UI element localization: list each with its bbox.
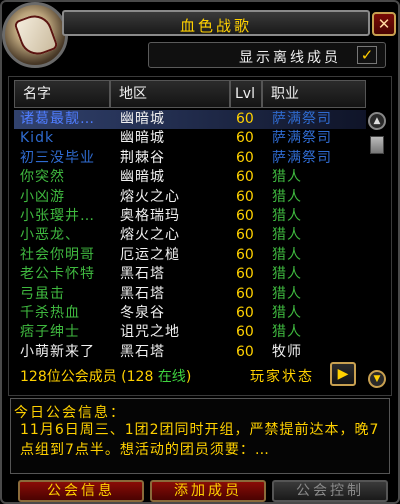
roster-row[interactable]: 初三没毕业 荆棘谷 60 萨满祭司 bbox=[14, 149, 366, 168]
roster-row[interactable]: 小萌新来了 黑石塔 60 牧师 bbox=[14, 343, 366, 362]
member-zone: 黑石塔 bbox=[120, 266, 165, 283]
scroll-up-button[interactable]: ▲ bbox=[368, 112, 386, 130]
add-member-button[interactable]: 添加成员 bbox=[150, 480, 266, 502]
member-class: 猎人 bbox=[272, 324, 302, 341]
member-class: 猎人 bbox=[272, 207, 302, 224]
scroll-down-button[interactable]: ▼ bbox=[368, 370, 386, 388]
guild-info-button[interactable]: 公会信息 bbox=[18, 480, 144, 502]
member-name: 千杀热血 bbox=[20, 304, 80, 321]
member-level: 60 bbox=[236, 227, 254, 244]
member-level: 60 bbox=[236, 111, 254, 127]
member-count-text: 128位公会成员 (128 bbox=[20, 369, 158, 385]
member-name: 你突然 bbox=[20, 169, 65, 186]
player-status-toggle-button[interactable]: ▶ bbox=[330, 362, 356, 386]
member-count: 128位公会成员 (128 在线) bbox=[20, 366, 191, 386]
member-zone: 幽暗城 bbox=[120, 169, 165, 186]
guild-control-button[interactable]: 公会控制 bbox=[272, 480, 388, 502]
online-label: 在线 bbox=[157, 369, 186, 385]
column-header-name[interactable]: 名字 bbox=[14, 80, 110, 108]
player-status-label: 玩家状态 bbox=[250, 369, 314, 385]
roster-row[interactable]: 小张璎井… 奥格瑞玛 60 猎人 bbox=[14, 207, 366, 226]
column-header-level[interactable]: Lvl bbox=[230, 80, 262, 108]
member-name: 弓虽击 bbox=[20, 285, 65, 302]
member-level: 60 bbox=[236, 130, 254, 147]
guild-emblem-icon bbox=[2, 2, 68, 68]
roster-row[interactable]: 小凶游 熔火之心 60 猎人 bbox=[14, 188, 366, 207]
member-name: 小萌新来了 bbox=[20, 343, 95, 360]
member-name: 初三没毕业 bbox=[20, 149, 95, 166]
member-class: 萨满祭司 bbox=[272, 130, 332, 147]
member-zone: 奥格瑞玛 bbox=[120, 207, 180, 224]
member-level: 60 bbox=[236, 169, 254, 186]
member-zone: 黑石塔 bbox=[120, 285, 165, 302]
member-zone: 幽暗城 bbox=[120, 111, 165, 127]
roster-row[interactable]: 千杀热血 冬泉谷 60 猎人 bbox=[14, 304, 366, 323]
roster-row[interactable]: 社会你明哥 厄运之槌 60 猎人 bbox=[14, 246, 366, 265]
column-header-zone[interactable]: 地区 bbox=[110, 80, 230, 108]
member-class: 猎人 bbox=[272, 246, 302, 263]
member-name: Kidk bbox=[20, 130, 55, 147]
member-class: 猎人 bbox=[272, 227, 302, 244]
member-class: 牧师 bbox=[272, 343, 302, 360]
window-title: 血色战歌 bbox=[179, 17, 252, 35]
member-name: 小张璎井… bbox=[20, 207, 95, 224]
member-level: 60 bbox=[236, 285, 254, 302]
roster-row[interactable]: 痞子绅士 诅咒之地 60 猎人 bbox=[14, 323, 366, 342]
member-name: 老公卡怀特 bbox=[20, 266, 95, 283]
member-level: 60 bbox=[236, 304, 254, 321]
member-level: 60 bbox=[236, 343, 254, 360]
motd-text: 11月6日周三、1团2团同时开组，严禁提前达本，晚7点组到7点半。想活动的团员须… bbox=[20, 422, 380, 458]
member-class: 萨满祭司 bbox=[272, 111, 332, 127]
close-button[interactable]: ✕ bbox=[372, 12, 396, 36]
show-offline-checkbox[interactable]: ✓ bbox=[357, 46, 377, 64]
member-name: 社会你明哥 bbox=[20, 246, 95, 263]
member-zone: 冬泉谷 bbox=[120, 304, 165, 321]
column-header-class[interactable]: 职业 bbox=[262, 80, 366, 108]
roster-row[interactable]: 弓虽击 黑石塔 60 猎人 bbox=[14, 285, 366, 304]
roster-row[interactable]: 小恶龙、 熔火之心 60 猎人 bbox=[14, 226, 366, 245]
member-class: 猎人 bbox=[272, 188, 302, 205]
member-zone: 诅咒之地 bbox=[120, 324, 180, 341]
scroll-emblem bbox=[13, 10, 59, 60]
member-level: 60 bbox=[236, 266, 254, 283]
member-level: 60 bbox=[236, 324, 254, 341]
roster-row[interactable]: 诸葛最靓… 幽暗城 60 萨满祭司 bbox=[14, 110, 366, 130]
roster-list: 诸葛最靓… 幽暗城 60 萨满祭司 Kidk 幽暗城 60 萨满祭司 初三没毕业 荆棘谷 60 萨满祭… bbox=[14, 110, 366, 362]
member-class: 猎人 bbox=[272, 169, 302, 186]
title-bar: 血色战歌 bbox=[62, 10, 370, 36]
member-class: 猎人 bbox=[272, 285, 302, 302]
member-name: 诸葛最靓… bbox=[20, 111, 95, 127]
show-offline-label: 显示离线成员 bbox=[239, 50, 341, 66]
member-level: 60 bbox=[236, 207, 254, 224]
member-class: 萨满祭司 bbox=[272, 149, 332, 166]
member-zone: 熔火之心 bbox=[120, 227, 180, 244]
roster-row[interactable]: Kidk 幽暗城 60 萨满祭司 bbox=[14, 129, 366, 148]
member-name: 小凶游 bbox=[20, 188, 65, 205]
member-zone: 熔火之心 bbox=[120, 188, 180, 205]
member-zone: 幽暗城 bbox=[120, 130, 165, 147]
member-class: 猎人 bbox=[272, 304, 302, 321]
member-level: 60 bbox=[236, 149, 254, 166]
member-level: 60 bbox=[236, 246, 254, 263]
member-name: 痞子绅士 bbox=[20, 324, 80, 341]
member-zone: 荆棘谷 bbox=[120, 149, 165, 166]
member-zone: 黑石塔 bbox=[120, 343, 165, 360]
scrollbar-thumb[interactable] bbox=[370, 136, 384, 154]
show-offline-toggle[interactable]: 显示离线成员 ✓ bbox=[148, 42, 386, 68]
member-count-close: ) bbox=[185, 369, 192, 385]
member-level: 60 bbox=[236, 188, 254, 205]
member-class: 猎人 bbox=[272, 266, 302, 283]
member-zone: 厄运之槌 bbox=[120, 246, 180, 263]
roster-row[interactable]: 你突然 幽暗城 60 猎人 bbox=[14, 168, 366, 187]
motd-title: 今日公会信息： bbox=[14, 405, 126, 421]
roster-row[interactable]: 老公卡怀特 黑石塔 60 猎人 bbox=[14, 265, 366, 284]
member-name: 小恶龙、 bbox=[20, 227, 80, 244]
